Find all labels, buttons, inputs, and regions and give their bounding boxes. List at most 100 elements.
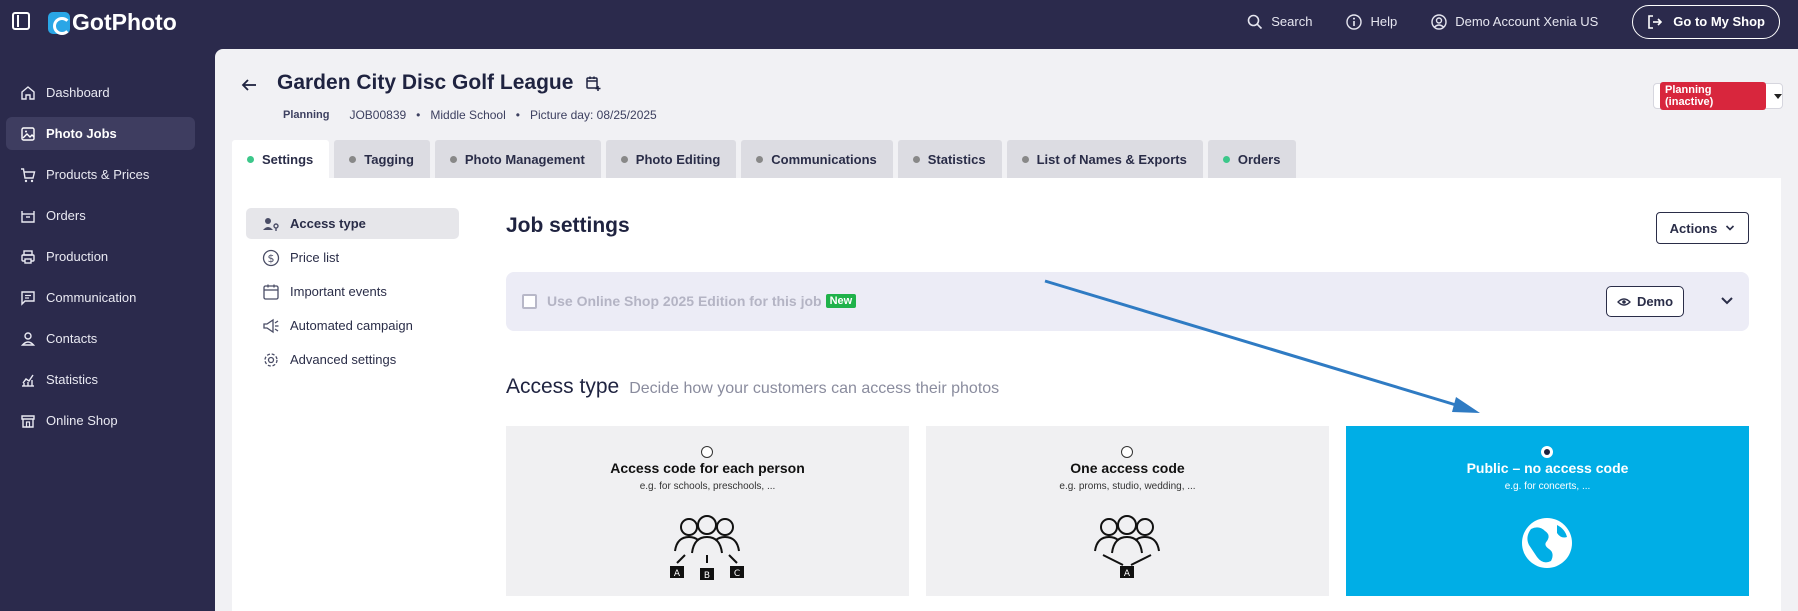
tab-photo-editing[interactable]: Photo Editing [605, 140, 737, 178]
sidebar-item-statistics[interactable]: Statistics [6, 363, 195, 396]
sidebar-item-label: Photo Jobs [46, 126, 117, 141]
sidebar-item-label: Production [46, 249, 109, 264]
tab-status-dot [247, 155, 254, 163]
tab-tagging[interactable]: Tagging [334, 140, 430, 178]
tab-settings[interactable]: Settings [232, 140, 330, 178]
access-radio[interactable] [701, 446, 713, 458]
account-label: Demo Account Xenia US [1455, 14, 1599, 29]
go-to-shop-button[interactable]: Go to My Shop [1632, 4, 1780, 39]
help-button[interactable]: Help [1346, 13, 1398, 30]
gear-icon [264, 352, 278, 367]
search-label: Search [1271, 14, 1313, 29]
status-badge: Planning (inactive) [1660, 82, 1766, 110]
caret-down-icon [1774, 93, 1782, 99]
message-icon [21, 290, 35, 306]
search-icon [1247, 14, 1263, 29]
help-label: Help [1370, 14, 1398, 29]
image-icon [21, 126, 35, 141]
subnav-important-events[interactable]: Important events [246, 276, 459, 307]
svg-text:$: $ [268, 252, 275, 265]
sidebar-item-production[interactable]: Production [6, 240, 195, 273]
tab-label: Photo Editing [635, 151, 721, 167]
subnav-label: Price list [290, 250, 340, 265]
job-tabs: Settings Tagging Photo Management Photo … [232, 140, 1301, 178]
svg-text:B: B [704, 571, 710, 581]
exit-icon [1648, 14, 1663, 29]
picture-day: Picture day: 08/25/2025 [529, 108, 657, 122]
chevron-down-icon[interactable] [1720, 296, 1734, 306]
page-title: Garden City Disc Golf League [277, 71, 574, 94]
demo-button[interactable]: Demo [1606, 286, 1684, 317]
access-card-subtitle: e.g. proms, studio, wedding, ... [1059, 481, 1196, 492]
tab-status-dot [912, 155, 920, 163]
cart-icon [21, 167, 36, 182]
subnav-advanced-settings[interactable]: Advanced settings [246, 344, 459, 375]
access-type-title: Access type [506, 375, 620, 398]
account-menu[interactable]: Demo Account Xenia US [1431, 13, 1599, 30]
tab-label: List of Names & Exports [1036, 151, 1187, 167]
sidebar-item-orders[interactable]: Orders [6, 199, 195, 232]
sidebar-item-contacts[interactable]: Contacts [6, 322, 195, 355]
sidebar-item-label: Orders [46, 208, 86, 223]
printer-icon [21, 249, 35, 264]
subnav-label: Automated campaign [290, 318, 413, 333]
job-meta: Planning JOB00839 • Middle School • Pict… [283, 108, 657, 122]
gotphoto-logo[interactable]: GotPhoto [48, 9, 177, 36]
status-dropdown[interactable]: Planning (inactive) [1653, 82, 1783, 110]
tab-list-of-names[interactable]: List of Names & Exports [1006, 140, 1203, 178]
subnav-access-type[interactable]: Access type [246, 208, 459, 239]
top-bar: GotPhoto Search Help Demo Account Xenia … [0, 0, 1798, 43]
search-button[interactable]: Search [1247, 14, 1312, 30]
tab-status-dot [449, 155, 457, 163]
sidebar-toggle-icon[interactable] [12, 12, 30, 30]
subnav-automated-campaign[interactable]: Automated campaign [246, 310, 459, 341]
tab-status-dot [756, 155, 764, 163]
tab-label: Communications [771, 151, 877, 167]
chart-icon [22, 374, 34, 387]
user-key-icon [263, 217, 279, 231]
store-icon [21, 414, 35, 428]
sidebar-item-photo-jobs[interactable]: Photo Jobs [6, 117, 195, 150]
shop-edition-banner: Use Online Shop 2025 Edition for this jo… [506, 272, 1749, 331]
sidebar-item-label: Contacts [46, 331, 98, 346]
sidebar-item-label: Statistics [46, 372, 99, 387]
svg-text:A: A [1124, 569, 1131, 579]
sidebar-item-dashboard[interactable]: Dashboard [6, 76, 195, 109]
access-card-one-code[interactable]: One access code e.g. proms, studio, wedd… [926, 426, 1329, 596]
access-card-subtitle: e.g. for schools, preschools, ... [639, 481, 776, 492]
access-radio-selected[interactable] [1541, 446, 1553, 458]
actions-button[interactable]: Actions [1656, 212, 1749, 244]
access-card-each-person[interactable]: Access code for each person e.g. for sch… [506, 426, 909, 596]
access-radio[interactable] [1121, 446, 1133, 458]
svg-text:A: A [674, 569, 681, 579]
dollar-icon: $ [262, 249, 280, 266]
calendar-edit-icon[interactable] [585, 75, 601, 91]
access-type-subtitle: Decide how your customers can access the… [629, 380, 1000, 397]
tab-communications[interactable]: Communications [741, 140, 893, 178]
tab-status-dot [349, 155, 357, 163]
box-icon [21, 210, 35, 223]
subnav-price-list[interactable]: $ Price list [246, 242, 459, 273]
group-with-individual-locks-icon: A B C [670, 515, 744, 581]
sidebar-item-label: Dashboard [46, 85, 110, 100]
sidebar-item-products[interactable]: Products & Prices [6, 158, 195, 191]
tab-photo-management[interactable]: Photo Management [434, 140, 601, 178]
sidebar-item-communication[interactable]: Communication [6, 281, 195, 314]
access-card-title: Public – no access code [1466, 460, 1629, 476]
back-arrow-icon[interactable] [240, 76, 258, 94]
calendar-icon [263, 284, 279, 300]
chevron-down-icon [1726, 225, 1735, 231]
tab-label: Statistics [927, 151, 986, 167]
logo-mark-icon [48, 11, 71, 35]
tab-status-dot [1021, 155, 1029, 163]
access-card-subtitle: e.g. for concerts, ... [1504, 481, 1591, 492]
tab-status-dot [620, 155, 628, 163]
home-icon [21, 85, 35, 100]
sidebar-item-online-shop[interactable]: Online Shop [6, 404, 195, 437]
shop-edition-label-row: Use Online Shop 2025 Edition for this jo… [547, 293, 857, 309]
tab-orders[interactable]: Orders [1207, 140, 1297, 178]
tab-statistics[interactable]: Statistics [897, 140, 1002, 178]
access-card-public[interactable]: Public – no access code e.g. for concert… [1346, 426, 1749, 596]
megaphone-icon [263, 318, 279, 333]
shop-edition-checkbox[interactable] [522, 294, 537, 309]
